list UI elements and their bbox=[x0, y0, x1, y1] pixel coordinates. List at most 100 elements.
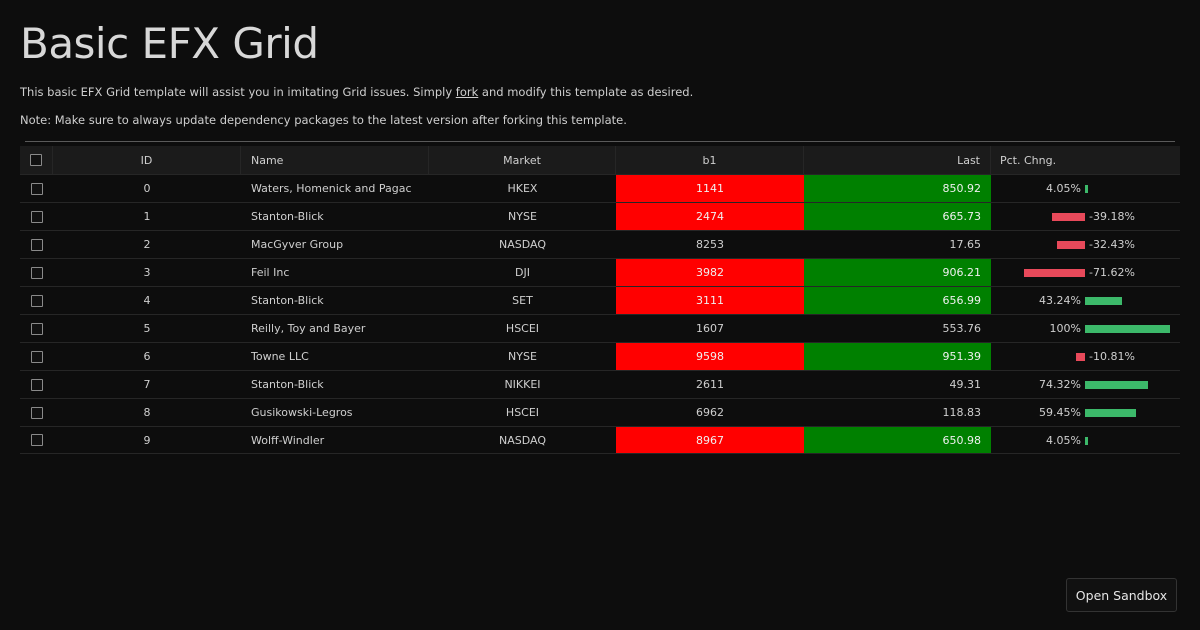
cell-b1: 2474 bbox=[616, 203, 804, 230]
table-row[interactable]: 0 Waters, Homenick and Pagac HKEX 1141 850.9… bbox=[20, 174, 1180, 202]
cell-pct-change: 74.32% bbox=[991, 371, 1180, 398]
grid-header: ID Name Market b1 Last Pct. Chng. bbox=[20, 146, 1180, 174]
select-all-checkbox[interactable] bbox=[30, 154, 42, 166]
header-market[interactable]: Market bbox=[429, 146, 616, 174]
cell-last: 665.73 bbox=[804, 203, 991, 230]
table-row[interactable]: 7 Stanton-Blick NIKKEI 2611 49.31 74.32% bbox=[20, 370, 1180, 398]
page-title: Basic EFX Grid bbox=[20, 19, 319, 68]
cell-id: 9 bbox=[143, 433, 151, 447]
table-row[interactable]: 6 Towne LLC NYSE 9598 951.39 -10.81% bbox=[20, 342, 1180, 370]
cell-pct-change: -32.43% bbox=[991, 231, 1180, 258]
cell-pct-change: -71.62% bbox=[991, 259, 1180, 286]
table-row[interactable]: 3 Feil Inc DJI 3982 906.21 -71.62% bbox=[20, 258, 1180, 286]
row-select-cell bbox=[20, 175, 53, 202]
pct-label: -71.62% bbox=[1089, 266, 1135, 279]
pct-label: 43.24% bbox=[1039, 294, 1081, 307]
cell-market: NIKKEI bbox=[504, 378, 541, 391]
cell-last: 850.92 bbox=[804, 175, 991, 202]
divider bbox=[25, 141, 1175, 142]
table-row[interactable]: 4 Stanton-Blick SET 3111 656.99 43.24% bbox=[20, 286, 1180, 314]
pct-label: 100% bbox=[1049, 322, 1081, 335]
cell-market: NASDAQ bbox=[498, 238, 546, 251]
pct-label: 59.45% bbox=[1039, 406, 1081, 419]
cell-name: Reilly, Toy and Bayer bbox=[251, 322, 366, 335]
cell-last: 650.98 bbox=[804, 427, 991, 453]
cell-last: 49.31 bbox=[949, 378, 982, 391]
efx-grid: ID Name Market b1 Last Pct. Chng. 0 Water… bbox=[20, 146, 1180, 454]
cell-name: Gusikowski-Legros bbox=[251, 406, 353, 419]
row-checkbox[interactable] bbox=[30, 182, 43, 195]
header-name[interactable]: Name bbox=[241, 146, 429, 174]
cell-name: Waters, Homenick and Pagac bbox=[251, 182, 412, 195]
cell-pct-change: -10.81% bbox=[991, 343, 1180, 370]
cell-pct-change: -39.18% bbox=[991, 203, 1180, 230]
cell-last: 118.83 bbox=[942, 406, 982, 419]
pct-label: -39.18% bbox=[1089, 210, 1135, 223]
cell-last: 951.39 bbox=[804, 343, 991, 370]
cell-name: Stanton-Blick bbox=[251, 294, 324, 307]
open-sandbox-button[interactable]: Open Sandbox bbox=[1066, 578, 1177, 612]
grid-body: 0 Waters, Homenick and Pagac HKEX 1141 850.9… bbox=[20, 174, 1180, 454]
cell-market: NASDAQ bbox=[498, 433, 546, 447]
header-pct-change[interactable]: Pct. Chng. bbox=[991, 146, 1180, 174]
cell-pct-change: 100% bbox=[991, 315, 1180, 342]
cell-market: DJI bbox=[515, 266, 530, 279]
cell-last: 656.99 bbox=[804, 287, 991, 314]
cell-id: 3 bbox=[143, 266, 151, 279]
cell-pct-change: 4.05% bbox=[991, 175, 1180, 202]
pct-label: -10.81% bbox=[1089, 350, 1135, 363]
row-checkbox[interactable] bbox=[30, 210, 43, 223]
row-select-cell bbox=[20, 259, 53, 286]
row-checkbox[interactable] bbox=[30, 266, 43, 279]
row-select-cell bbox=[20, 203, 53, 230]
row-select-cell bbox=[20, 315, 53, 342]
cell-id: 1 bbox=[143, 210, 151, 223]
header-id[interactable]: ID bbox=[53, 146, 241, 174]
row-checkbox[interactable] bbox=[30, 294, 43, 307]
row-checkbox[interactable] bbox=[30, 434, 43, 446]
header-select-cell bbox=[20, 146, 53, 174]
description: This basic EFX Grid template will assist… bbox=[20, 85, 694, 99]
cell-market: NYSE bbox=[508, 210, 537, 223]
pct-bar bbox=[1024, 269, 1085, 277]
table-row[interactable]: 1 Stanton-Blick NYSE 2474 665.73 -39.18% bbox=[20, 202, 1180, 230]
table-row[interactable]: 8 Gusikowski-Legros HSCEI 6962 118.83 59.45% bbox=[20, 398, 1180, 426]
row-select-cell bbox=[20, 231, 53, 258]
fork-link[interactable]: fork bbox=[456, 85, 478, 99]
cell-market: SET bbox=[512, 294, 533, 307]
row-checkbox[interactable] bbox=[30, 322, 43, 335]
pct-bar bbox=[1085, 325, 1170, 333]
pct-label: 74.32% bbox=[1039, 378, 1081, 391]
cell-b1: 3111 bbox=[616, 287, 804, 314]
table-row[interactable]: 5 Reilly, Toy and Bayer HSCEI 1607 553.76 100… bbox=[20, 314, 1180, 342]
cell-b1: 2611 bbox=[696, 378, 724, 391]
row-select-cell bbox=[20, 343, 53, 370]
table-row[interactable]: 9 Wolff-Windler NASDAQ 8967 650.98 4.05% bbox=[20, 426, 1180, 454]
pct-bar bbox=[1051, 213, 1085, 221]
cell-last: 553.76 bbox=[942, 322, 982, 335]
row-checkbox[interactable] bbox=[30, 378, 43, 391]
header-b1[interactable]: b1 bbox=[616, 146, 804, 174]
row-select-cell bbox=[20, 427, 53, 453]
table-row[interactable]: 2 MacGyver Group NASDAQ 8253 17.65 -32.43% bbox=[20, 230, 1180, 258]
row-checkbox[interactable] bbox=[30, 406, 43, 419]
pct-bar bbox=[1085, 381, 1149, 389]
row-checkbox[interactable] bbox=[30, 238, 43, 251]
cell-name: MacGyver Group bbox=[251, 238, 344, 251]
pct-bar bbox=[1085, 437, 1089, 445]
pct-bar bbox=[1085, 297, 1122, 305]
cell-b1: 1141 bbox=[616, 175, 804, 202]
cell-market: NYSE bbox=[508, 350, 537, 363]
pct-label: 4.05% bbox=[1046, 182, 1081, 195]
cell-name: Towne LLC bbox=[251, 350, 309, 363]
cell-pct-change: 59.45% bbox=[991, 399, 1180, 426]
cell-b1: 1607 bbox=[696, 322, 724, 335]
cell-name: Stanton-Blick bbox=[251, 210, 324, 223]
cell-last: 17.65 bbox=[949, 238, 982, 251]
cell-b1: 8967 bbox=[616, 427, 804, 453]
cell-id: 8 bbox=[143, 406, 151, 419]
row-checkbox[interactable] bbox=[30, 350, 43, 363]
row-select-cell bbox=[20, 371, 53, 398]
pct-label: 4.05% bbox=[1046, 434, 1081, 447]
header-last[interactable]: Last bbox=[804, 146, 991, 174]
